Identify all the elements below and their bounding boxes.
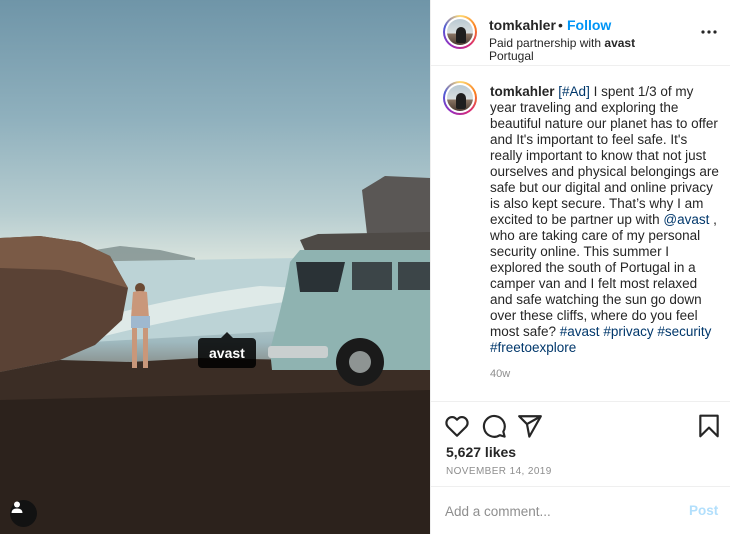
follow-button[interactable]: Follow	[567, 17, 611, 33]
partnership-prefix: Paid partnership with	[489, 36, 602, 50]
mention-avast[interactable]: @avast	[663, 212, 709, 227]
bookmark-icon[interactable]	[696, 413, 722, 439]
caption-text: tomkahler [#Ad] I spent 1/3 of my year t…	[490, 84, 722, 356]
likes-count[interactable]: 5,627 likes	[446, 444, 516, 460]
caption-timestamp[interactable]: 40w	[490, 368, 510, 380]
user-icon	[11, 501, 23, 513]
post-sidebar: tomkahler • Follow Paid partnership with…	[430, 0, 730, 534]
caption-area: tomkahler [#Ad] I spent 1/3 of my year t…	[431, 67, 730, 401]
comment-input[interactable]	[445, 501, 665, 521]
header-separator: •	[558, 17, 563, 33]
tagged-users-button[interactable]	[10, 500, 37, 527]
comment-bar: Post	[431, 486, 730, 534]
post-photo[interactable]: avast	[0, 0, 430, 534]
hashtag-security[interactable]: #security	[657, 324, 711, 339]
photo-tag-avast[interactable]: avast	[198, 332, 256, 368]
caption-avatar[interactable]	[443, 81, 477, 115]
person-figure	[131, 283, 150, 368]
caption-body-2: , who are taking care of my personal sec…	[490, 212, 717, 339]
paid-partnership-label: Paid partnership with avast	[489, 36, 635, 50]
hashtag-privacy[interactable]: #privacy	[603, 324, 653, 339]
heart-icon[interactable]	[444, 413, 470, 439]
hashtag-avast[interactable]: #avast	[560, 324, 600, 339]
ad-hashtag[interactable]: [#Ad]	[558, 84, 590, 99]
post-header: tomkahler • Follow Paid partnership with…	[431, 0, 730, 66]
camper-van	[268, 176, 430, 386]
action-bar: 5,627 likes NOVEMBER 14, 2019	[431, 401, 730, 486]
partner-link[interactable]: avast	[604, 36, 635, 50]
caption-username[interactable]: tomkahler	[490, 84, 555, 99]
caption-body-1: I spent 1/3 of my year traveling and exp…	[490, 84, 719, 227]
avatar[interactable]	[443, 15, 477, 49]
more-icon	[701, 30, 717, 34]
post-comment-button[interactable]: Post	[689, 503, 718, 518]
post-photo-scene	[0, 176, 430, 534]
comment-icon[interactable]	[481, 413, 507, 439]
share-icon[interactable]	[517, 413, 543, 439]
header-username[interactable]: tomkahler	[489, 17, 556, 33]
hashtag-freetoexplore[interactable]: #freetoexplore	[490, 340, 576, 355]
location-link[interactable]: Portugal	[489, 49, 534, 63]
post-date[interactable]: NOVEMBER 14, 2019	[446, 466, 552, 477]
more-options-button[interactable]	[699, 22, 719, 42]
